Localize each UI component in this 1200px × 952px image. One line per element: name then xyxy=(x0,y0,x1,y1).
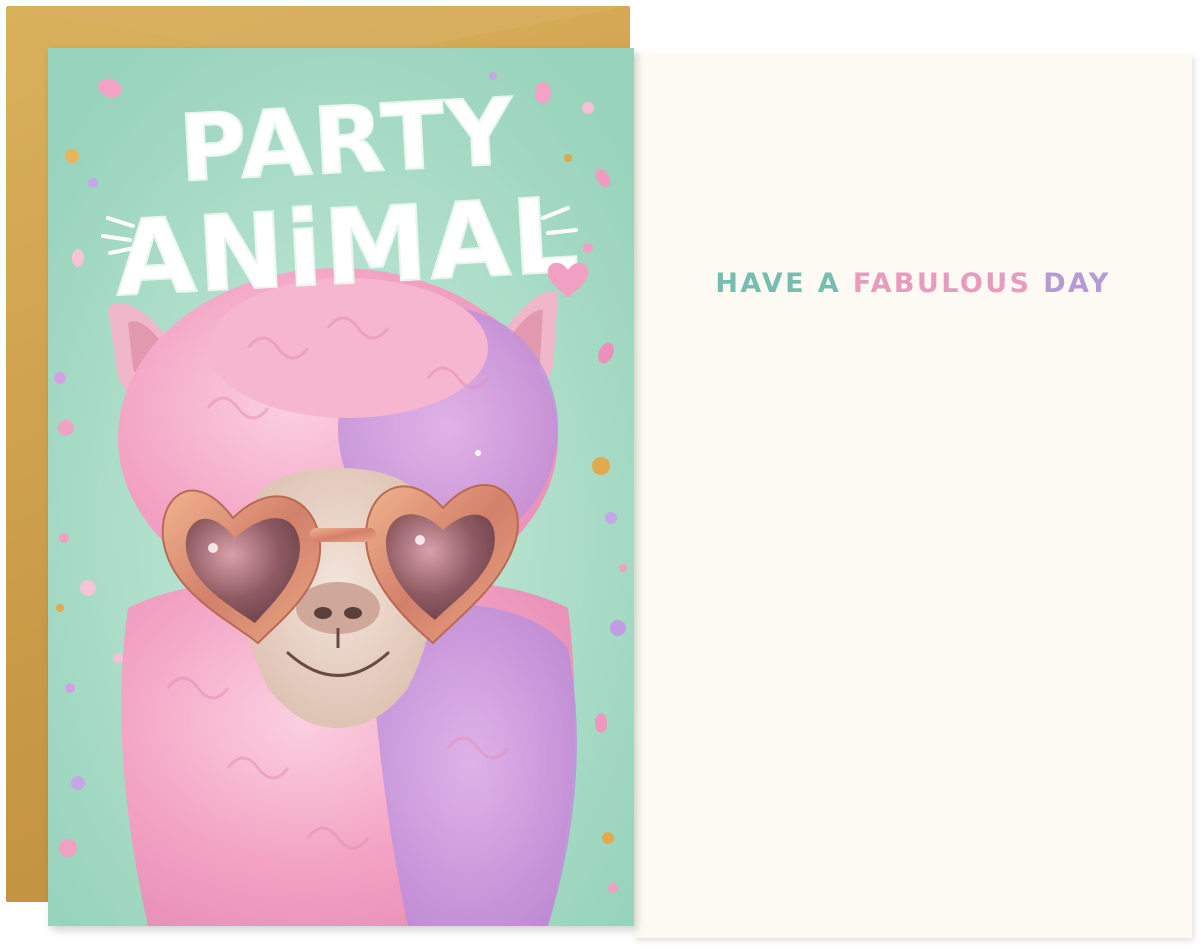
greeting-word-have: HAVE xyxy=(715,268,806,299)
greeting-text: HAVE A FABULOUS DAY xyxy=(634,268,1192,299)
greeting-word-fabulous: FABULOUS xyxy=(852,268,1032,299)
card-inside-panel: HAVE A FABULOUS DAY xyxy=(634,54,1192,938)
cover-illustration: PARTY ANiMAL xyxy=(48,48,634,926)
greeting-word-a: A xyxy=(817,268,842,299)
cover-title-line2: ANiMAL xyxy=(112,174,583,320)
card-cover: PARTY ANiMAL xyxy=(48,48,634,926)
llama-nose xyxy=(296,582,380,634)
greeting-word-day: DAY xyxy=(1043,268,1111,299)
